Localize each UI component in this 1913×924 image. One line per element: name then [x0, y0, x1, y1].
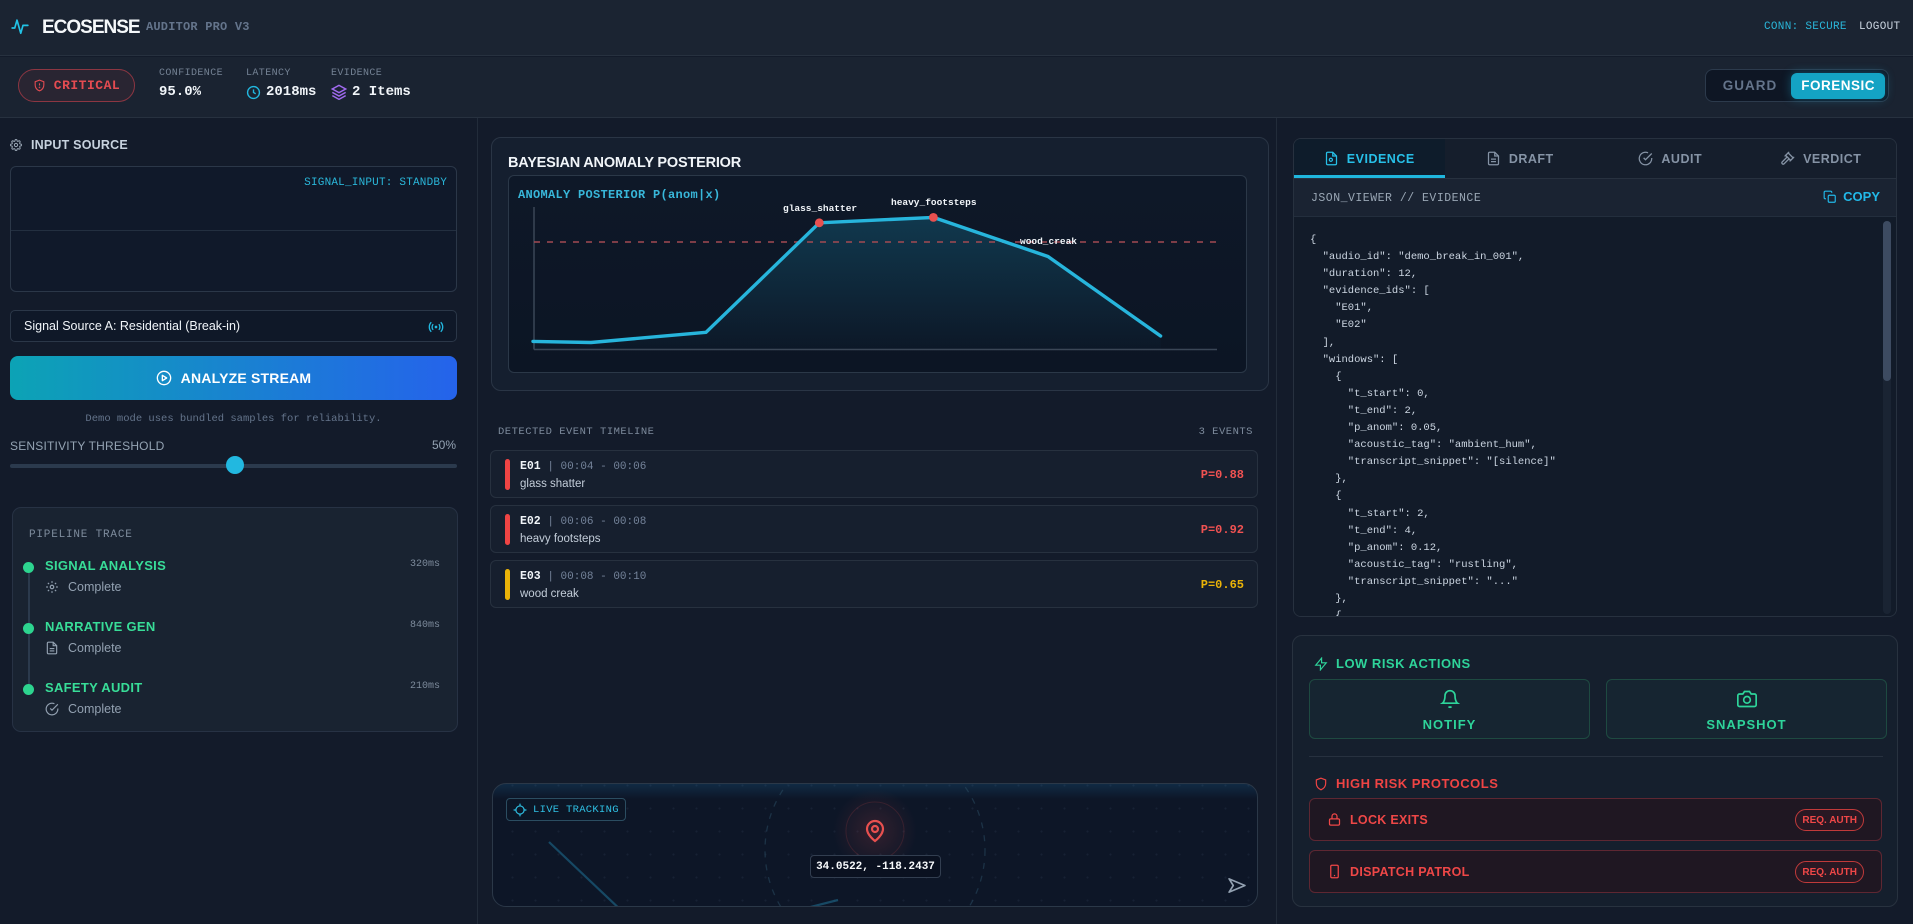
svg-text:heavy_footsteps: heavy_footsteps: [891, 197, 977, 208]
svg-text:wood_creak: wood_creak: [1020, 236, 1077, 247]
svg-text:glass_shatter: glass_shatter: [783, 203, 857, 214]
